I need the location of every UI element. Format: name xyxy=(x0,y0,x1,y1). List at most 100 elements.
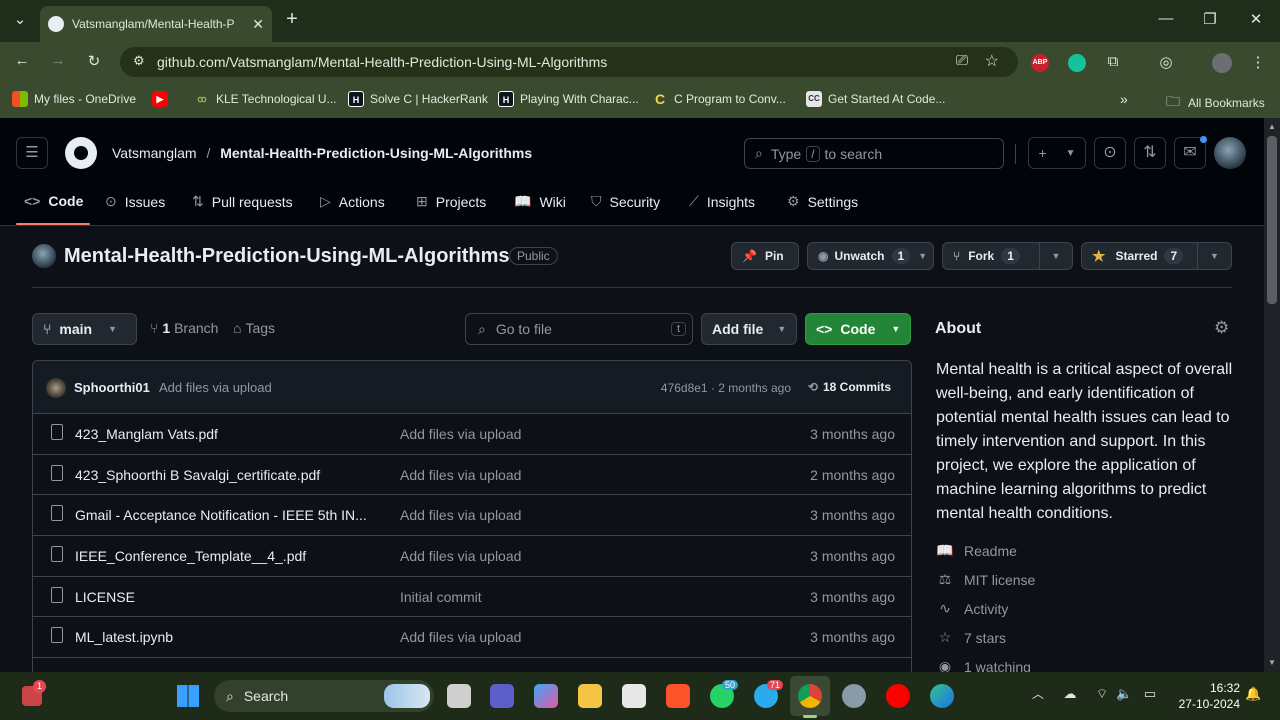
user-avatar[interactable] xyxy=(1214,137,1246,169)
activity-link[interactable]: ∿ Activity xyxy=(936,600,1008,617)
volume-icon[interactable]: 🔈 xyxy=(1116,686,1132,702)
scrollbar-thumb[interactable] xyxy=(1267,136,1277,304)
maximize-icon[interactable]: ❐ xyxy=(1200,10,1220,28)
hamburger-menu-button[interactable]: ☰ xyxy=(16,137,48,169)
bookmark-star-icon[interactable]: ☆ xyxy=(985,51,999,71)
unwatch-button[interactable]: ◉ Unwatch 1 ▼ xyxy=(807,242,934,270)
repo-title[interactable]: Mental-Health-Prediction-Using-ML-Algori… xyxy=(64,245,510,268)
minimize-icon[interactable]: — xyxy=(1156,10,1176,27)
tab-code[interactable]: <> Code xyxy=(24,193,83,209)
breadcrumb-repo[interactable]: Mental-Health-Prediction-Using-ML-Algori… xyxy=(220,145,532,161)
file-commit-message[interactable]: Initial commit xyxy=(400,589,482,605)
scroll-down-arrow-icon[interactable]: ▼ xyxy=(1268,658,1276,667)
table-row[interactable]: 423_Manglam Vats.pdf Add files via upload… xyxy=(33,414,911,455)
reload-icon[interactable]: ↻ xyxy=(84,52,104,70)
site-info-icon[interactable]: ⚙ xyxy=(133,53,145,69)
github-logo-icon[interactable] xyxy=(65,137,97,169)
branch-selector[interactable]: ⑂ main ▼ xyxy=(32,313,137,345)
back-icon[interactable]: ← xyxy=(12,52,32,69)
extensions-puzzle-icon[interactable]: ⧉ xyxy=(1103,53,1123,70)
close-tab-icon[interactable]: ✕ xyxy=(252,16,264,33)
onedrive-icon[interactable]: ☁ xyxy=(1060,686,1080,702)
task-view-icon[interactable] xyxy=(447,684,471,708)
tab-issues[interactable]: ⊙ Issues xyxy=(105,193,165,210)
bookmark-codechef[interactable]: CC Get Started At Code... xyxy=(806,91,945,107)
fork-dropdown-button[interactable]: ▼ xyxy=(1039,242,1073,270)
bookmark-c-program[interactable]: C C Program to Conv... xyxy=(652,91,786,107)
commit-message[interactable]: Add files via upload xyxy=(159,380,272,395)
new-tab-icon[interactable]: + xyxy=(282,8,302,31)
profile-avatar-icon[interactable] xyxy=(1212,53,1232,73)
taskbar-search[interactable]: ⌕ Search xyxy=(214,680,434,712)
search-input[interactable]: ⌕ Type / to search xyxy=(744,138,1004,169)
tags-link[interactable]: ⌂ Tags xyxy=(233,320,275,336)
file-name[interactable]: IEEE_Conference_Template__4_.pdf xyxy=(75,548,306,564)
table-row[interactable]: IEEE_Conference_Template__4_.pdf Add file… xyxy=(33,536,911,577)
fork-button[interactable]: ⑂ Fork 1 xyxy=(942,242,1040,270)
browser-tab[interactable]: Vatsmanglam/Mental-Health-P ✕ xyxy=(40,6,272,42)
battery-icon[interactable]: ▭ xyxy=(1140,686,1160,702)
license-link[interactable]: ⚖ MIT license xyxy=(936,571,1036,588)
table-row[interactable]: Gmail - Acceptance Notification - IEEE 5… xyxy=(33,495,911,537)
address-bar[interactable]: ⚙ github.com/Vatsmanglam/Mental-Health-P… xyxy=(120,47,1018,77)
pin-button[interactable]: 📌 Pin xyxy=(731,242,799,270)
star-lists-dropdown-button[interactable]: ▼ xyxy=(1197,242,1232,270)
starred-button[interactable]: ★ Starred 7 xyxy=(1081,242,1198,270)
breadcrumb-owner[interactable]: Vatsmanglam xyxy=(112,145,197,161)
close-window-icon[interactable]: ✕ xyxy=(1246,10,1266,28)
code-button[interactable]: <> Code ▼ xyxy=(805,313,911,345)
microsoft-store-icon[interactable] xyxy=(622,684,646,708)
notification-bell-icon[interactable]: 🔔 xyxy=(1245,686,1261,702)
bookmark-onedrive[interactable]: My files - OneDrive xyxy=(12,91,136,107)
table-row[interactable]: ML_latest.ipynb Add files via upload 3 mon… xyxy=(33,617,911,659)
file-commit-message[interactable]: Add files via upload xyxy=(400,629,521,645)
pull-requests-shortcut-button[interactable]: ⇅ xyxy=(1134,137,1166,169)
tab-wiki[interactable]: 📖 Wiki xyxy=(514,193,566,210)
file-name[interactable]: Gmail - Acceptance Notification - IEEE 5… xyxy=(75,507,367,523)
chrome-icon[interactable] xyxy=(798,684,822,708)
add-file-button[interactable]: Add file ▼ xyxy=(701,313,797,345)
commit-author-avatar[interactable] xyxy=(46,378,66,398)
tab-actions[interactable]: ▷ Actions xyxy=(320,193,385,210)
screen-capture-icon[interactable]: ◎ xyxy=(1156,53,1176,71)
tab-insights[interactable]: ⟋ Insights xyxy=(689,193,755,210)
file-explorer-icon[interactable] xyxy=(578,684,602,708)
issues-shortcut-button[interactable]: ⊙ xyxy=(1094,137,1126,169)
tab-search-icon[interactable]: ⌄ xyxy=(10,10,30,28)
chrome-menu-icon[interactable]: ⋮ xyxy=(1248,53,1268,71)
file-commit-message[interactable]: Add files via upload xyxy=(400,426,521,442)
brave-icon[interactable] xyxy=(666,684,690,708)
file-commit-message[interactable]: Add files via upload xyxy=(400,507,521,523)
wifi-icon[interactable]: ⌔ xyxy=(1092,686,1112,702)
bookmark-kle[interactable]: ꝏ KLE Technological U... xyxy=(194,91,336,107)
bookmark-youtube[interactable]: ▶ xyxy=(152,91,174,107)
file-name[interactable]: ML_latest.ipynb xyxy=(75,629,173,645)
go-to-file-input[interactable]: ⌕ Go to file t xyxy=(465,313,693,345)
file-commit-message[interactable]: Add files via upload xyxy=(400,467,521,483)
scroll-up-arrow-icon[interactable]: ▲ xyxy=(1268,122,1276,131)
file-name[interactable]: 423_Manglam Vats.pdf xyxy=(75,426,218,442)
tab-security[interactable]: ⛉ Security xyxy=(591,193,660,210)
settings-icon[interactable] xyxy=(842,684,866,708)
page-scrollbar[interactable]: ▲ ▼ xyxy=(1264,118,1280,672)
commits-link[interactable]: ⟲ 18 Commits xyxy=(808,380,891,394)
about-settings-gear-icon[interactable]: ⚙ xyxy=(1214,318,1229,338)
tab-projects[interactable]: ⊞ Projects xyxy=(416,193,486,210)
more-bookmarks-icon[interactable]: » xyxy=(1120,91,1128,107)
file-commit-message[interactable]: Add files via upload xyxy=(400,548,521,564)
readme-link[interactable]: 📖 Readme xyxy=(936,542,1017,559)
branches-link[interactable]: ⑂ 1 Branch xyxy=(150,320,218,336)
bookmark-playing-chars[interactable]: H Playing With Charac... xyxy=(498,91,639,107)
commit-author[interactable]: Sphoorthi01 xyxy=(74,380,150,395)
install-app-icon[interactable]: ⎚ xyxy=(956,52,968,69)
stars-link[interactable]: ☆ 7 stars xyxy=(936,629,1006,646)
teams-icon[interactable] xyxy=(490,684,514,708)
tab-pull-requests[interactable]: ⇅ Pull requests xyxy=(192,193,293,210)
clock-date[interactable]: 27-10-2024 xyxy=(1170,697,1240,711)
youtube-app-icon[interactable] xyxy=(886,684,910,708)
bookmark-hackerrank[interactable]: H Solve C | HackerRank xyxy=(348,91,488,107)
table-row[interactable]: LICENSE Initial commit 3 months ago xyxy=(33,577,911,618)
start-windows-icon[interactable] xyxy=(177,685,199,707)
file-name[interactable]: 423_Sphoorthi B Savalgi_certificate.pdf xyxy=(75,467,320,483)
all-bookmarks[interactable]: 🗀 All Bookmarks xyxy=(1166,91,1265,115)
